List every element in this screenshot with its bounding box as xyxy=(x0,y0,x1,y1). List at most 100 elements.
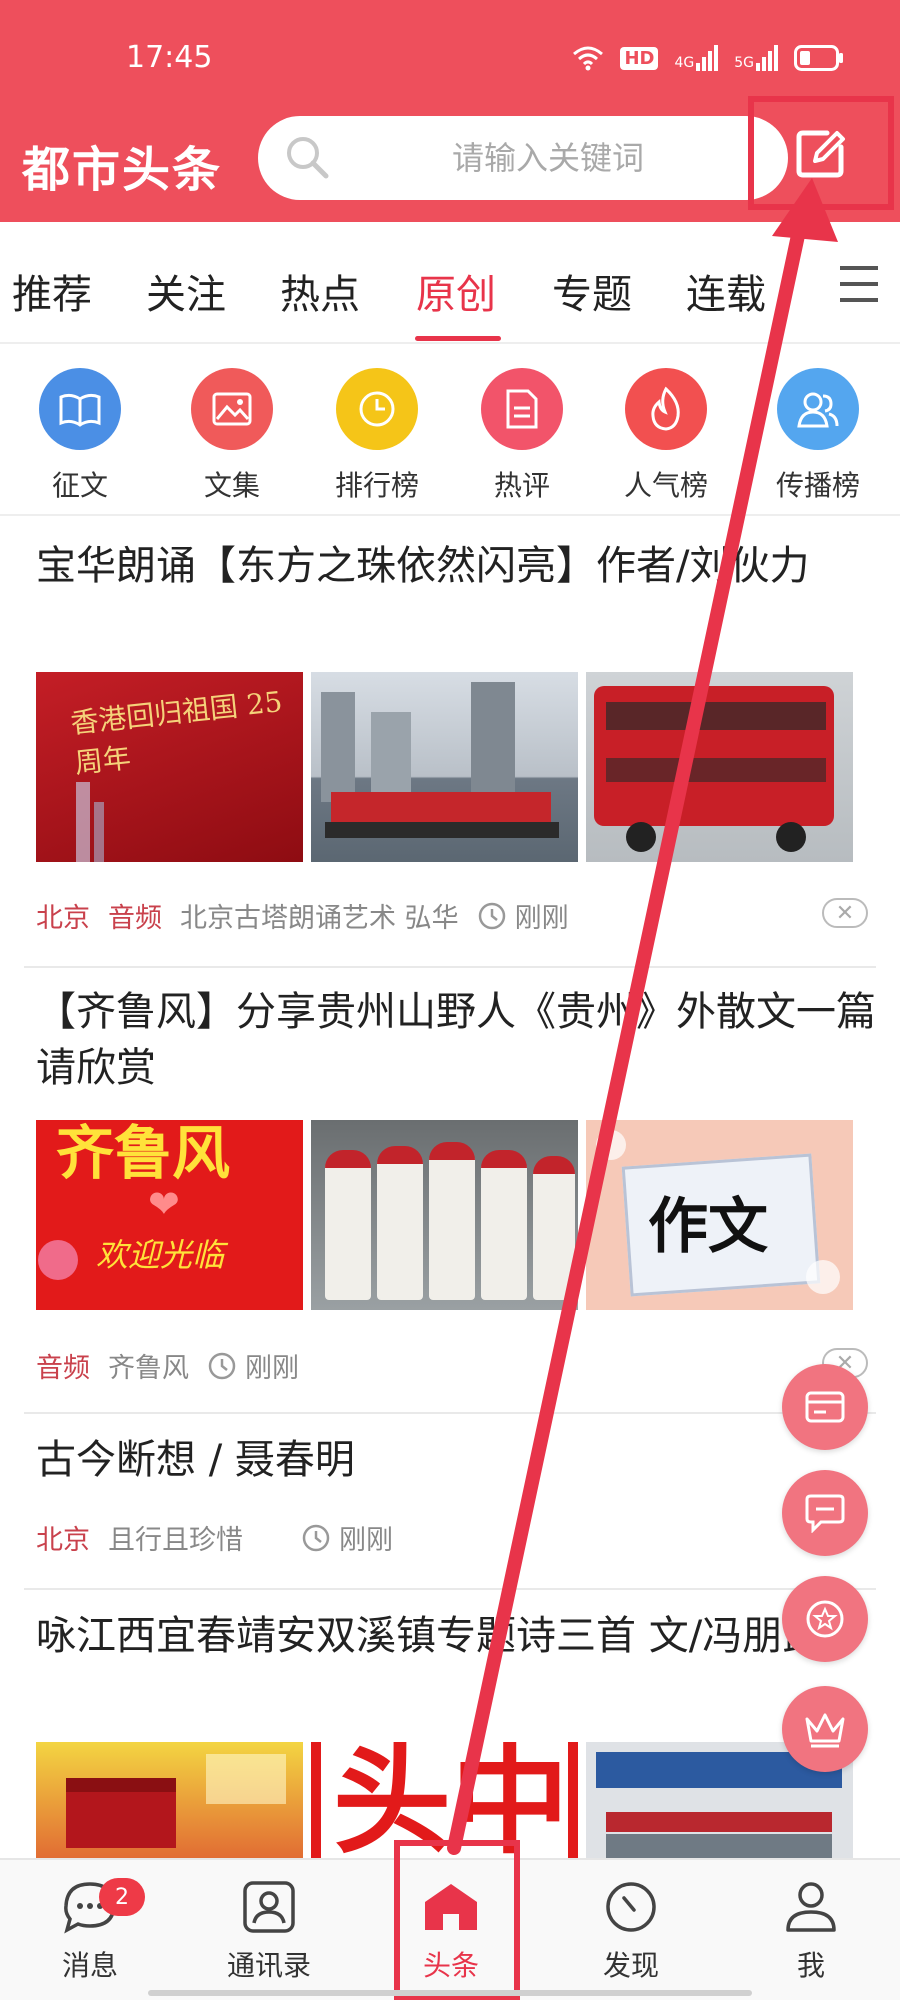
edit-icon xyxy=(796,130,845,178)
signal-5g-label: 5G xyxy=(734,55,754,71)
divider xyxy=(24,1588,876,1590)
float-chat-button[interactable] xyxy=(782,1470,868,1556)
quick-links: 征文 文集 排行榜 热评 人气榜 传播榜 xyxy=(0,346,900,516)
float-crown-button[interactable] xyxy=(782,1686,868,1772)
feed-article[interactable]: 【齐鲁风】分享贵州山野人《贵州》外散文一篇请欣赏 齐鲁风 ❤ 欢迎光临 作文 音… xyxy=(24,984,876,1404)
image-icon xyxy=(191,368,273,450)
image-subcaption: 欢迎光临 xyxy=(96,1236,225,1274)
publish-time: 刚刚 xyxy=(339,1525,393,1556)
search-icon xyxy=(287,137,329,179)
article-meta: 北京 且行且珍惜 刚刚 xyxy=(36,1518,393,1557)
crown-icon xyxy=(805,1713,845,1748)
article-images: 齐鲁风 ❤ 欢迎光临 作文 xyxy=(36,1120,853,1310)
category-tabs: 推荐 关注 热点 原创 专题 连载 xyxy=(0,222,900,344)
quick-link-label: 人气榜 xyxy=(623,469,708,502)
nav-label: 发现 xyxy=(602,1949,659,1982)
float-card-button[interactable] xyxy=(782,1364,868,1450)
search-box[interactable] xyxy=(258,116,788,200)
article-title[interactable]: 宝华朗诵【东方之珠依然闪亮】作者/刘伙力 xyxy=(24,538,876,594)
quick-link-essay[interactable]: 征文 xyxy=(20,368,140,504)
article-image[interactable] xyxy=(311,672,578,862)
float-favorite-button[interactable] xyxy=(782,1576,868,1662)
users-icon xyxy=(777,368,859,450)
quick-link-ranking[interactable]: 排行榜 xyxy=(317,368,437,504)
dismiss-button[interactable]: ✕ xyxy=(822,898,868,928)
publish-time: 刚刚 xyxy=(245,1353,299,1384)
article-title[interactable]: 【齐鲁风】分享贵州山野人《贵州》外散文一篇请欣赏 xyxy=(24,984,876,1096)
tab-hot[interactable]: 热点 xyxy=(280,262,360,320)
search-input[interactable] xyxy=(328,116,768,200)
nav-discover[interactable]: 发现 xyxy=(566,1880,696,1984)
highlight-box xyxy=(394,1840,520,2000)
feed-article[interactable]: 咏江西宜春靖安双溪镇专题诗三首 文/冯朋武 头中 xyxy=(24,1608,876,1858)
nav-contacts[interactable]: 通讯录 xyxy=(204,1880,334,1984)
flame-icon xyxy=(625,368,707,450)
nav-label: 我 xyxy=(796,1949,825,1982)
nav-messages[interactable]: 2 消息 xyxy=(25,1878,155,1984)
article-image[interactable] xyxy=(36,1742,303,1858)
chat-icon xyxy=(805,1494,845,1533)
tab-follow[interactable]: 关注 xyxy=(146,262,226,320)
status-icons: HD 4G 5G xyxy=(572,40,844,76)
quick-link-hot-comments[interactable]: 热评 xyxy=(462,368,582,504)
publish-time: 刚刚 xyxy=(514,903,569,934)
tab-original[interactable]: 原创 xyxy=(416,262,496,320)
quick-link-popularity[interactable]: 人气榜 xyxy=(606,368,726,504)
feed-article[interactable]: 古今断想 / 聂春明 北京 且行且珍惜 刚刚 xyxy=(24,1432,876,1582)
star-badge-icon xyxy=(806,1600,844,1638)
image-caption: 作文 xyxy=(648,1192,768,1262)
article-image[interactable] xyxy=(586,672,853,862)
article-image[interactable] xyxy=(311,1120,578,1310)
quick-link-label: 传播榜 xyxy=(775,469,860,502)
signal-4g-icon: 4G xyxy=(674,45,719,71)
quick-link-label: 征文 xyxy=(51,469,108,502)
clock-icon xyxy=(302,1524,330,1551)
tab-serial[interactable]: 连载 xyxy=(686,262,766,320)
compose-button[interactable] xyxy=(748,96,894,210)
active-tab-indicator xyxy=(415,336,501,341)
user-icon xyxy=(786,1882,836,1932)
nav-profile[interactable]: 我 xyxy=(746,1880,876,1984)
contacts-icon xyxy=(243,1881,295,1933)
article-image[interactable]: 齐鲁风 ❤ 欢迎光临 xyxy=(36,1120,303,1310)
article-image[interactable]: 香港回归祖国 25周年 xyxy=(36,672,303,862)
gesture-bar[interactable] xyxy=(148,1990,752,1996)
unread-badge: 2 xyxy=(99,1878,145,1916)
heart-icon: ❤ xyxy=(148,1182,180,1226)
tab-recommend[interactable]: 推荐 xyxy=(12,262,92,320)
article-title[interactable]: 咏江西宜春靖安双溪镇专题诗三首 文/冯朋武 xyxy=(24,1608,876,1664)
author-name[interactable]: 且行且珍惜 xyxy=(108,1518,243,1557)
card-icon xyxy=(805,1391,845,1423)
app-header: 17:45 HD 4G 5G 都市头条 xyxy=(0,0,900,222)
divider xyxy=(24,1412,876,1414)
hd-icon: HD xyxy=(620,46,659,70)
wifi-icon xyxy=(573,46,604,71)
article-title[interactable]: 古今断想 / 聂春明 xyxy=(24,1432,876,1488)
compass-icon xyxy=(606,1882,656,1932)
author-name[interactable]: 齐鲁风 xyxy=(108,1346,189,1385)
status-time: 17:45 xyxy=(126,40,213,75)
clock-icon xyxy=(208,1352,236,1379)
article-images: 香港回归祖国 25周年 xyxy=(36,672,853,862)
nav-label: 消息 xyxy=(61,1949,118,1982)
quick-link-spread[interactable]: 传播榜 xyxy=(758,368,878,504)
menu-icon[interactable] xyxy=(834,262,882,306)
audio-tag[interactable]: 音频 xyxy=(36,1346,90,1385)
battery-icon xyxy=(794,45,843,71)
document-icon xyxy=(481,368,563,450)
image-caption: 香港回归祖国 25周年 xyxy=(68,685,284,780)
article-meta: 音频 齐鲁风 刚刚 xyxy=(36,1346,299,1385)
signal-5g-icon: 5G xyxy=(734,45,778,71)
quick-link-label: 热评 xyxy=(493,469,550,502)
divider xyxy=(24,966,876,968)
region-tag[interactable]: 北京 xyxy=(36,1518,90,1557)
region-tag[interactable]: 北京 xyxy=(36,896,90,935)
clock-icon xyxy=(478,902,505,929)
author-name[interactable]: 北京古塔朗诵艺术 弘华 xyxy=(180,896,459,935)
feed-article[interactable]: 宝华朗诵【东方之珠依然闪亮】作者/刘伙力 香港回归祖国 25周年 北京 音频 北… xyxy=(24,538,876,958)
article-image[interactable]: 作文 xyxy=(586,1120,853,1310)
quick-link-collection[interactable]: 文集 xyxy=(172,368,292,504)
audio-tag[interactable]: 音频 xyxy=(108,896,162,935)
tab-topics[interactable]: 专题 xyxy=(552,262,632,320)
clock-icon xyxy=(336,368,418,450)
